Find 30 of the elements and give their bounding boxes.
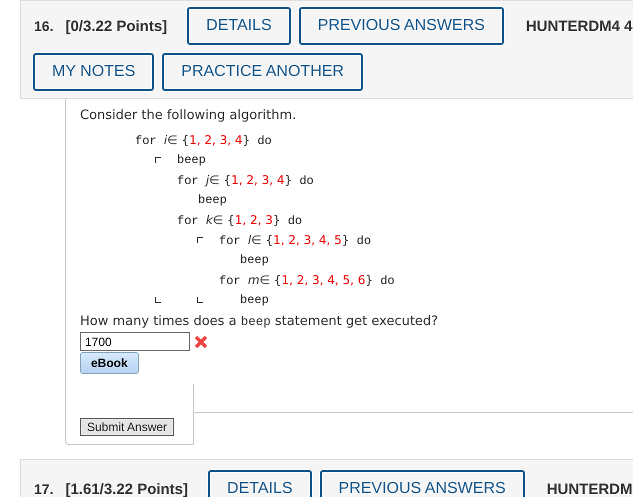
header-button[interactable]: DETAILS (208, 470, 312, 497)
answer-field[interactable]: 1700 (80, 332, 190, 351)
header-button[interactable]: PREVIOUS ANSWERS (298, 7, 504, 45)
code-keyword: beep (240, 253, 269, 267)
loop-header: for k∈ {1, 2, 3} do (177, 212, 302, 228)
question-text: How many times does a beep statement get executed? (80, 314, 440, 329)
loop-header: for l∈ {1, 2, 3, 4, 5} do (219, 232, 372, 248)
loop-header: for j∈ {1, 2, 3, 4} do (177, 172, 314, 188)
ebook-button[interactable]: eBook (80, 352, 139, 374)
header-button[interactable]: DETAILS (187, 7, 291, 45)
bracket-bottom-icon (197, 297, 203, 303)
loop-header: for i∈ {1, 2, 3, 4} do (135, 132, 272, 148)
header-button[interactable]: PRACTICE ANOTHER (162, 53, 363, 91)
header-button[interactable]: PREVIOUS ANSWERS (320, 470, 525, 497)
code-keyword: beep (177, 153, 206, 167)
loop-header: for m∈ {1, 2, 3, 4, 5, 6} do (219, 272, 395, 288)
code-keyword: beep (240, 293, 269, 307)
bracket-top-icon (197, 237, 203, 243)
question-number: 17. (34, 481, 54, 497)
source-label: HUNTERDM4 4 (526, 18, 633, 34)
code-keyword: beep (198, 193, 227, 207)
intro-text: Consider the following algorithm. (80, 108, 298, 123)
bracket-top-icon (155, 157, 161, 163)
submit-button[interactable]: Submit Answer (80, 418, 174, 436)
bracket-bottom-icon (155, 297, 161, 303)
points-label: [1.61/3.22 Points] (65, 480, 188, 497)
question-number: 16. (34, 18, 54, 34)
points-label: [0/3.22 Points] (65, 18, 168, 34)
header-button[interactable]: MY NOTES (33, 53, 154, 91)
source-label: HUNTERDM (546, 480, 633, 497)
